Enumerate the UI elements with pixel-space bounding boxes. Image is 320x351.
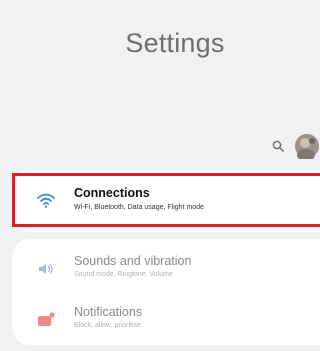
settings-item-label: Notifications: [74, 305, 143, 319]
notification-icon: [38, 312, 55, 326]
settings-screen: Settings Connections Wi-Fi, Bluetooth, D…: [0, 0, 320, 351]
settings-item-label: Sounds and vibration: [74, 254, 192, 268]
page-title: Settings: [125, 28, 225, 58]
settings-item-notifications[interactable]: Notifications Block, allow, prioritise: [12, 296, 320, 344]
avatar[interactable]: [294, 133, 320, 159]
settings-item-sounds[interactable]: Sounds and vibration Sound mode, Rington…: [12, 245, 320, 293]
speaker-icon: [39, 264, 53, 274]
highlight-box: [12, 173, 320, 227]
settings-item-subtitle: Block, allow, prioritise: [74, 322, 141, 329]
search-icon[interactable]: [272, 140, 284, 152]
settings-item-subtitle: Sound mode, Ringtone, Volume: [74, 271, 173, 278]
